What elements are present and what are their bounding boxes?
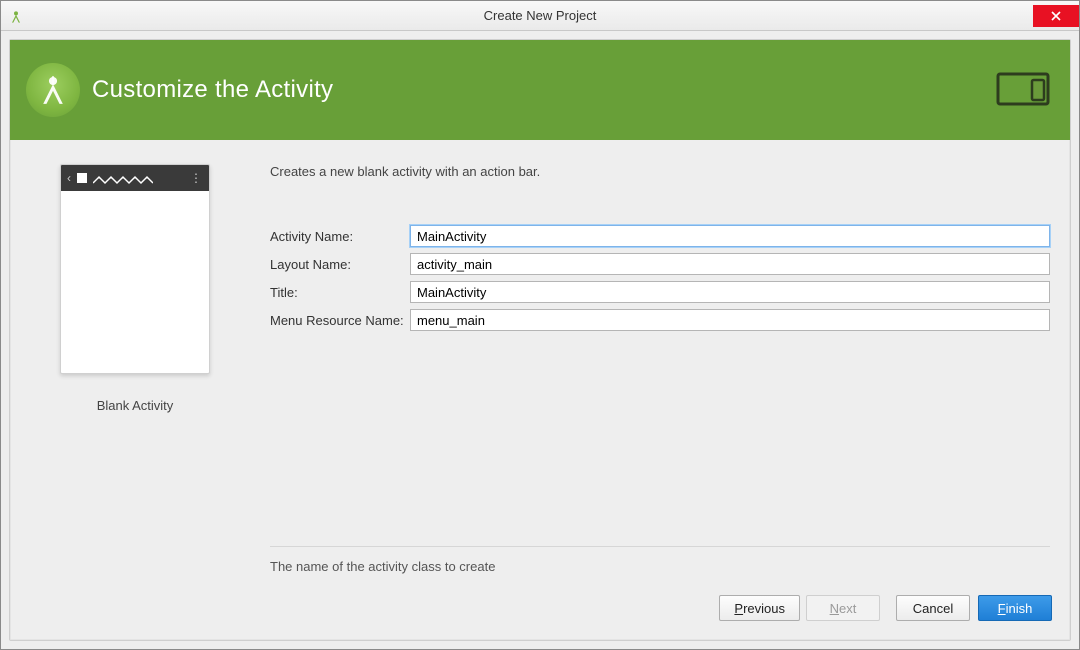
wizard-panel: Customize the Activity ‹ — [9, 39, 1071, 641]
wizard-window: Create New Project Customize the Activit… — [0, 0, 1080, 650]
preview-app-icon — [77, 173, 87, 183]
activity-preview-column: ‹ ⋮ Blank Activity — [30, 164, 240, 574]
activity-form: Creates a new blank activity with an act… — [270, 164, 1050, 574]
next-button: Next — [806, 595, 880, 621]
wizard-content: ‹ ⋮ Blank Activity Creates a new blank a… — [10, 140, 1070, 584]
android-studio-icon — [7, 7, 25, 25]
nav-button-group: Previous Next — [719, 595, 880, 621]
wizard-header: Customize the Activity — [10, 40, 1070, 140]
row-activity-name: Activity Name: — [270, 225, 1050, 247]
input-activity-name[interactable] — [410, 225, 1050, 247]
input-title[interactable] — [410, 281, 1050, 303]
input-layout-name[interactable] — [410, 253, 1050, 275]
cancel-button[interactable]: Cancel — [896, 595, 970, 621]
row-layout-name: Layout Name: — [270, 253, 1050, 275]
label-activity-name: Activity Name: — [270, 229, 410, 244]
wizard-button-bar: Previous Next Cancel Finish — [10, 584, 1070, 640]
titlebar: Create New Project — [1, 1, 1079, 31]
label-layout-name: Layout Name: — [270, 257, 410, 272]
window-title: Create New Project — [1, 8, 1079, 23]
field-hint: The name of the activity class to create — [270, 546, 1050, 574]
wizard-heading: Customize the Activity — [92, 76, 333, 104]
row-title: Title: — [270, 281, 1050, 303]
input-menu-resource[interactable] — [410, 309, 1050, 331]
activity-preview-caption: Blank Activity — [97, 398, 174, 413]
close-button[interactable] — [1033, 5, 1079, 27]
activity-preview-thumb: ‹ ⋮ — [60, 164, 210, 374]
label-title: Title: — [270, 285, 410, 300]
finish-button[interactable]: Finish — [978, 595, 1052, 621]
row-menu-resource: Menu Resource Name: — [270, 309, 1050, 331]
label-menu-resource: Menu Resource Name: — [270, 313, 410, 328]
preview-actionbar: ‹ ⋮ — [61, 165, 209, 191]
previous-button[interactable]: Previous — [719, 595, 800, 621]
overflow-menu-icon: ⋮ — [190, 171, 203, 185]
back-chevron-icon: ‹ — [67, 171, 71, 185]
android-studio-logo-icon — [26, 63, 80, 117]
preview-title-placeholder-icon — [93, 173, 184, 183]
intro-text: Creates a new blank activity with an act… — [270, 164, 1050, 179]
device-icon — [996, 72, 1050, 108]
